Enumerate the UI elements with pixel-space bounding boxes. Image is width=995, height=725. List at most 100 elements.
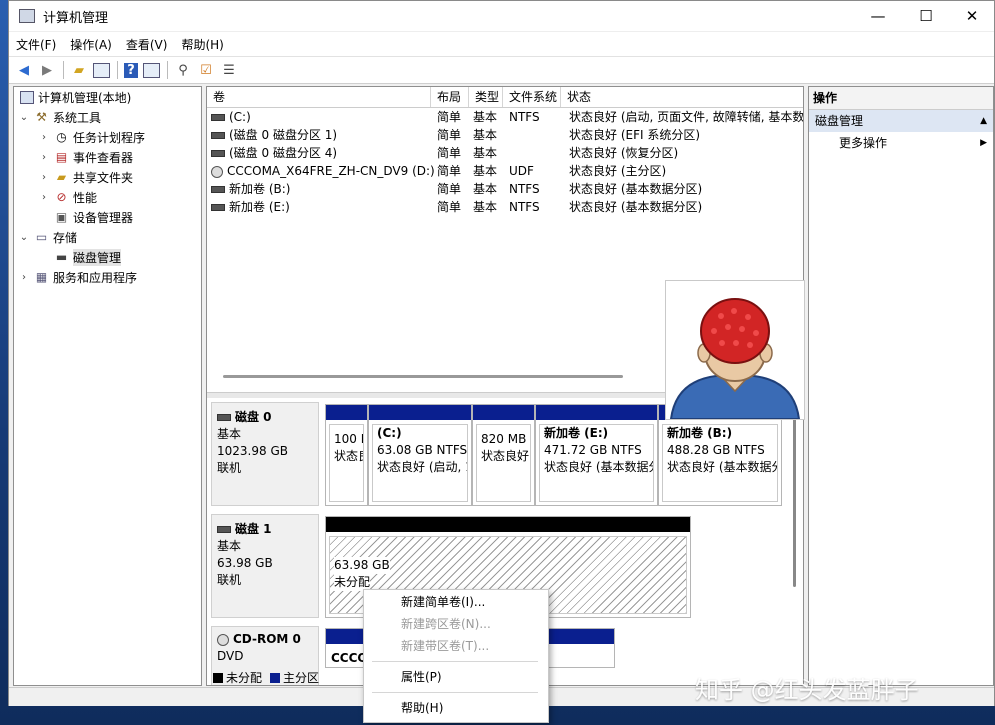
volume-name: (磁盘 0 磁盘分区 4) [229,146,338,160]
menu-help-item[interactable]: 帮助(H) [401,699,443,717]
legend-primary: 主分区 [283,671,320,685]
up-folder-icon[interactable]: ▰ [70,61,88,79]
menu-properties[interactable]: 属性(P) [401,668,442,686]
actions-section-disk-management[interactable]: 磁盘管理 ▲ [809,110,993,132]
chevron-right-icon[interactable]: › [38,192,50,203]
partition[interactable]: 新加卷 (E:) 471.72 GB NTFS 状态良好 (基本数据分 [535,404,658,506]
volume-status: 状态良好 (恢复分区) [569,146,679,160]
volume-row[interactable]: (磁盘 0 磁盘分区 4) 简单 基本 状态良好 (恢复分区) [207,144,803,162]
tree-item-performance[interactable]: › ⊘ 性能 [38,187,97,207]
drive-icon [211,150,225,157]
more-actions-item[interactable]: 更多操作 ▶ [809,132,993,154]
drive-icon [211,186,225,193]
performance-icon: ⊘ [56,189,67,204]
volume-type: 基本 [473,200,498,214]
disk-kind: 基本 [217,427,242,441]
back-arrow-icon[interactable]: ◀ [15,61,33,79]
tree-item-root[interactable]: 计算机管理(本地) [16,87,131,107]
vertical-scrollbar[interactable] [793,417,796,587]
collapse-up-icon[interactable]: ▲ [980,110,987,132]
volume-row[interactable]: CCCOMA_X64FRE_ZH-CN_DV9 (D:) 简单 基本 UDF 状… [207,162,803,180]
volume-type: 基本 [473,128,498,142]
maximize-button[interactable]: ☐ [903,1,949,31]
volume-row[interactable]: 新加卷 (B:) 简单 基本 NTFS 状态良好 (基本数据分区) [207,180,803,198]
tree-label: 磁盘管理 [73,248,122,266]
volume-row[interactable]: 新加卷 (E:) 简单 基本 NTFS 状态良好 (基本数据分区) [207,198,803,216]
tree-item-system-tools[interactable]: ⌄ ⚒ 系统工具 [18,107,101,127]
tree-label: 性能 [73,190,98,205]
chevron-right-icon[interactable]: › [38,152,50,163]
tree-item-storage[interactable]: ⌄ ▭ 存储 [18,227,77,247]
window-title: 计算机管理 [43,10,109,26]
check-icon[interactable]: ☑ [197,61,215,79]
more-actions-label: 更多操作 [839,136,888,150]
properties-pane-icon[interactable] [143,62,160,78]
partition-label: (C:) [377,426,402,440]
volume-name: CCCOMA_X64FRE_ZH-CN_DV9 (D:) [227,164,435,178]
volume-layout: 简单 [437,164,462,178]
menu-action[interactable]: 操作(A) [63,36,119,53]
unallocated-swatch [213,672,223,683]
volume-name: (磁盘 0 磁盘分区 1) [229,128,338,142]
volume-layout: 简单 [437,110,462,124]
partition[interactable]: 820 MB 状态良好 [472,404,535,506]
menu-new-simple-volume[interactable]: 新建简单卷(I)... [401,593,485,611]
help-icon[interactable]: ? [124,62,138,78]
volume-type: 基本 [473,146,498,160]
tree-label: 共享文件夹 [73,170,134,185]
chevron-down-icon[interactable]: ⌄ [18,112,30,123]
chevron-down-icon[interactable]: ⌄ [18,232,30,243]
chevron-right-icon[interactable]: › [18,272,30,283]
minimize-button[interactable]: — [855,1,901,31]
menu-view[interactable]: 查看(V) [119,36,175,53]
computer-icon [20,90,34,104]
volume-name: 新加卷 (B:) [229,182,291,196]
volume-fs: NTFS [509,182,540,196]
partition[interactable]: 100 I 状态良 [325,404,368,506]
menu-new-spanned-volume[interactable]: 新建跨区卷(N)... [401,615,491,633]
column-layout[interactable]: 布局 [431,87,469,107]
column-status[interactable]: 状态 [561,87,803,107]
column-volume[interactable]: 卷 [207,87,431,107]
dvd-icon [217,633,229,646]
column-filesystem[interactable]: 文件系统 [503,87,561,107]
partition-status: 状态良好 [481,449,530,463]
menu-new-striped-volume[interactable]: 新建带区卷(T)... [401,637,489,655]
disk-size: 1023.98 GB [217,444,288,458]
menu-file[interactable]: 文件(F) [9,36,63,53]
disk0-label[interactable]: 磁盘 0 基本 1023.98 GB 联机 [211,402,319,506]
chevron-right-icon[interactable]: › [38,172,50,183]
tree-item-device-manager[interactable]: ▣ 设备管理器 [50,207,133,227]
tree-item-task-scheduler[interactable]: › ◷ 任务计划程序 [38,127,145,147]
volume-fs: NTFS [509,110,540,124]
volume-list-header: 卷 布局 类型 文件系统 状态 [207,87,803,108]
column-type[interactable]: 类型 [469,87,503,107]
legend: 未分配 主分区 [211,669,320,685]
tree-label: 系统工具 [53,110,102,125]
forward-arrow-icon[interactable]: ▶ [38,61,56,79]
volume-name: (C:) [229,110,251,124]
connect-icon[interactable]: ⚲ [174,61,192,79]
close-button[interactable]: ✕ [949,1,995,31]
disk-name: 磁盘 1 [235,522,272,536]
disk1-label[interactable]: 磁盘 1 基本 63.98 GB 联机 [211,514,319,618]
partition-status: 状态良好 (基本数据分 [667,460,778,474]
storage-icon: ▭ [35,229,48,244]
menu-help[interactable]: 帮助(H) [174,36,230,53]
list-icon[interactable]: ☰ [220,61,238,79]
tree-item-shared-folders[interactable]: › ▰ 共享文件夹 [38,167,133,187]
tree-item-services[interactable]: › ▦ 服务和应用程序 [18,267,137,287]
tree-item-disk-management[interactable]: ▬ 磁盘管理 [50,247,122,267]
horizontal-scrollbar[interactable] [223,375,623,378]
chevron-right-icon[interactable]: › [38,132,50,143]
tree-item-event-viewer[interactable]: › ▤ 事件查看器 [38,147,133,167]
show-hide-tree-icon[interactable] [93,62,110,78]
disk-kind: DVD [217,649,244,663]
device-manager-icon: ▣ [55,209,68,224]
partition-size: 63.08 GB NTFS [377,443,468,457]
partition[interactable]: (C:) 63.08 GB NTFS 状态良好 (启动, 1 [368,404,472,506]
volume-fs: UDF [509,164,534,178]
volume-row[interactable]: (磁盘 0 磁盘分区 1) 简单 基本 状态良好 (EFI 系统分区) [207,126,803,144]
volume-row[interactable]: (C:) 简单 基本 NTFS 状态良好 (启动, 页面文件, 故障转储, 基本… [207,108,803,126]
drive-icon [211,114,225,121]
